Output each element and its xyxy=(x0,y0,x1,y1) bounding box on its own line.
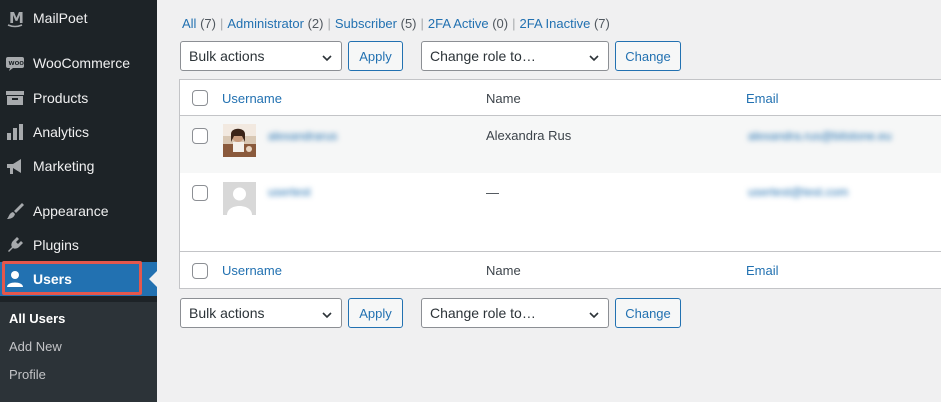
mailpoet-icon: M xyxy=(5,8,25,28)
filter-label: All xyxy=(182,16,197,31)
avatar xyxy=(223,182,256,215)
filter-label: Subscriber xyxy=(334,16,397,31)
sidebar-item-appearance[interactable]: Appearance xyxy=(0,194,157,228)
table-row: usertest — usertest@test.com xyxy=(180,173,941,230)
username-link[interactable]: alexandrarus xyxy=(268,129,337,143)
select-value: Bulk actions xyxy=(189,48,265,64)
svg-text:WOO: WOO xyxy=(9,61,25,67)
select-value: Change role to… xyxy=(430,48,536,64)
filter-count: (0) xyxy=(492,16,509,31)
column-username-footer[interactable]: Username xyxy=(222,263,282,278)
filter-2fa-inactive[interactable]: 2FA Inactive (7) xyxy=(520,16,610,31)
filter-count: (2) xyxy=(307,16,324,31)
row-checkbox[interactable] xyxy=(192,185,208,201)
name-cell: — xyxy=(486,185,499,200)
chevron-down-icon xyxy=(321,308,333,324)
admin-sidebar: M MailPoet WOO WooCommerce Products Anal… xyxy=(0,0,157,402)
archive-icon xyxy=(5,88,25,108)
column-username[interactable]: Username xyxy=(222,91,282,106)
role-filter-links: All (7) | Administrator (2) | Subscriber (5)… xyxy=(182,16,610,31)
apply-button-top[interactable]: Apply xyxy=(348,41,403,71)
users-table: Username Name Email alexandrarus Alexand… xyxy=(179,79,941,289)
filter-administrator[interactable]: Administrator (2) xyxy=(227,16,323,31)
table-row: alexandrarus Alexandra Rus alexandra.rus… xyxy=(180,116,941,173)
email-link[interactable]: alexandra.rus@bitstone.eu xyxy=(748,129,892,143)
sidebar-item-label: Products xyxy=(33,90,89,106)
select-all-checkbox-footer[interactable] xyxy=(192,263,208,279)
paintbrush-icon xyxy=(5,201,25,221)
sidebar-item-label: MailPoet xyxy=(33,10,88,26)
bulk-actions-select-bottom[interactable]: Bulk actions xyxy=(180,298,342,328)
filter-2fa-active[interactable]: 2FA Active (0) xyxy=(428,16,508,31)
sidebar-item-marketing[interactable]: Marketing xyxy=(0,149,157,183)
change-button-top[interactable]: Change xyxy=(615,41,681,71)
filter-label: 2FA Inactive xyxy=(519,16,591,31)
filter-label: Administrator xyxy=(227,16,304,31)
change-button-bottom[interactable]: Change xyxy=(615,298,681,328)
select-value: Bulk actions xyxy=(189,305,265,321)
filter-separator: | xyxy=(420,16,424,31)
apply-button-bottom[interactable]: Apply xyxy=(348,298,403,328)
sidebar-item-label: Analytics xyxy=(33,124,90,140)
filter-label: 2FA Active xyxy=(427,16,489,31)
column-email-footer[interactable]: Email xyxy=(746,263,779,278)
table-header: Username Name Email xyxy=(180,80,941,116)
megaphone-icon xyxy=(5,156,25,176)
sidebar-item-users[interactable]: Users xyxy=(0,262,157,296)
bulk-actions-select-top[interactable]: Bulk actions xyxy=(180,41,342,71)
filter-separator: | xyxy=(512,16,516,31)
select-all-checkbox[interactable] xyxy=(192,90,208,106)
column-name-footer: Name xyxy=(486,263,521,278)
sidebar-item-mailpoet[interactable]: M MailPoet xyxy=(0,1,157,35)
chevron-down-icon xyxy=(588,308,600,324)
filter-count: (7) xyxy=(593,16,610,31)
table-footer: Username Name Email xyxy=(180,251,941,289)
filter-count: (5) xyxy=(400,16,417,31)
user-icon xyxy=(5,269,25,289)
sidebar-item-label: WooCommerce xyxy=(33,55,130,71)
change-role-select-bottom[interactable]: Change role to… xyxy=(421,298,609,328)
chevron-down-icon xyxy=(588,51,600,67)
filter-separator: | xyxy=(327,16,331,31)
sidebar-item-label: Appearance xyxy=(33,203,109,219)
sidebar-item-analytics[interactable]: Analytics xyxy=(0,115,157,149)
submenu-all-users[interactable]: All Users xyxy=(9,311,65,326)
sidebar-item-plugins[interactable]: Plugins xyxy=(0,228,157,262)
sidebar-item-products[interactable]: Products xyxy=(0,81,157,115)
username-link[interactable]: usertest xyxy=(268,185,311,199)
active-menu-arrow xyxy=(149,271,157,287)
chevron-down-icon xyxy=(321,51,333,67)
users-submenu: All Users Add New Profile xyxy=(0,302,157,402)
column-email[interactable]: Email xyxy=(746,91,779,106)
change-role-select-top[interactable]: Change role to… xyxy=(421,41,609,71)
select-value: Change role to… xyxy=(430,305,536,321)
filter-all[interactable]: All (7) xyxy=(182,16,216,31)
submenu-profile[interactable]: Profile xyxy=(9,367,46,382)
sidebar-item-woocommerce[interactable]: WOO WooCommerce xyxy=(0,46,157,80)
filter-separator: | xyxy=(219,16,224,31)
woocommerce-icon: WOO xyxy=(5,53,25,73)
bar-chart-icon xyxy=(5,122,25,142)
name-cell: Alexandra Rus xyxy=(486,128,572,143)
filter-subscriber[interactable]: Subscriber (5) xyxy=(335,16,417,31)
column-name: Name xyxy=(486,91,521,106)
svg-text:M: M xyxy=(9,9,24,27)
filter-count: (7) xyxy=(200,16,216,31)
sidebar-item-label: Users xyxy=(33,271,72,287)
avatar xyxy=(223,124,256,157)
row-checkbox[interactable] xyxy=(192,128,208,144)
email-link[interactable]: usertest@test.com xyxy=(748,185,848,199)
sidebar-item-label: Marketing xyxy=(33,158,95,174)
sidebar-item-label: Plugins xyxy=(33,237,79,253)
plug-icon xyxy=(5,235,25,255)
submenu-add-new[interactable]: Add New xyxy=(9,339,62,354)
